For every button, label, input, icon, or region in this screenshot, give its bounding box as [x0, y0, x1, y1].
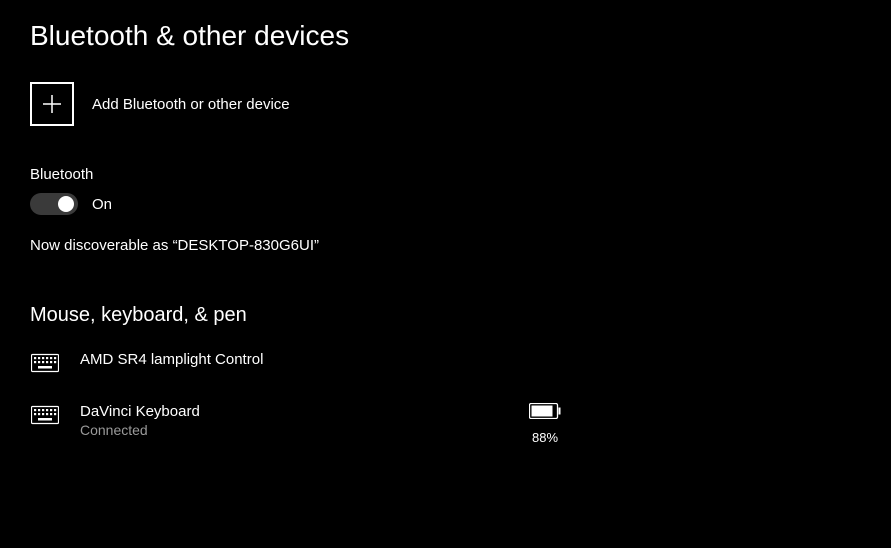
- plus-icon: [30, 82, 74, 126]
- page-title: Bluetooth & other devices: [30, 20, 861, 52]
- device-status: Connected: [80, 422, 500, 438]
- battery-percent: 88%: [532, 430, 558, 445]
- keyboard-icon: [30, 351, 60, 373]
- toggle-knob: [58, 196, 74, 212]
- bluetooth-label: Bluetooth: [30, 166, 861, 183]
- device-item[interactable]: DaVinci Keyboard Connected 88%: [30, 397, 861, 469]
- bluetooth-toggle[interactable]: [30, 193, 78, 215]
- add-device-label: Add Bluetooth or other device: [92, 96, 290, 113]
- device-item[interactable]: AMD SR4 lamplight Control: [30, 345, 861, 397]
- add-device-button[interactable]: Add Bluetooth or other device: [30, 82, 861, 126]
- keyboard-icon: [30, 403, 60, 425]
- bluetooth-toggle-row: On: [30, 193, 861, 215]
- device-text: AMD SR4 lamplight Control: [80, 351, 500, 368]
- battery-indicator: 88%: [520, 403, 570, 445]
- device-text: DaVinci Keyboard Connected: [80, 403, 500, 438]
- battery-icon: [529, 403, 561, 424]
- section-heading-input: Mouse, keyboard, & pen: [30, 304, 861, 327]
- device-name: DaVinci Keyboard: [80, 403, 500, 420]
- discoverable-text: Now discoverable as “DESKTOP-830G6UI”: [30, 237, 861, 254]
- device-name: AMD SR4 lamplight Control: [80, 351, 500, 368]
- bluetooth-state: On: [92, 196, 112, 213]
